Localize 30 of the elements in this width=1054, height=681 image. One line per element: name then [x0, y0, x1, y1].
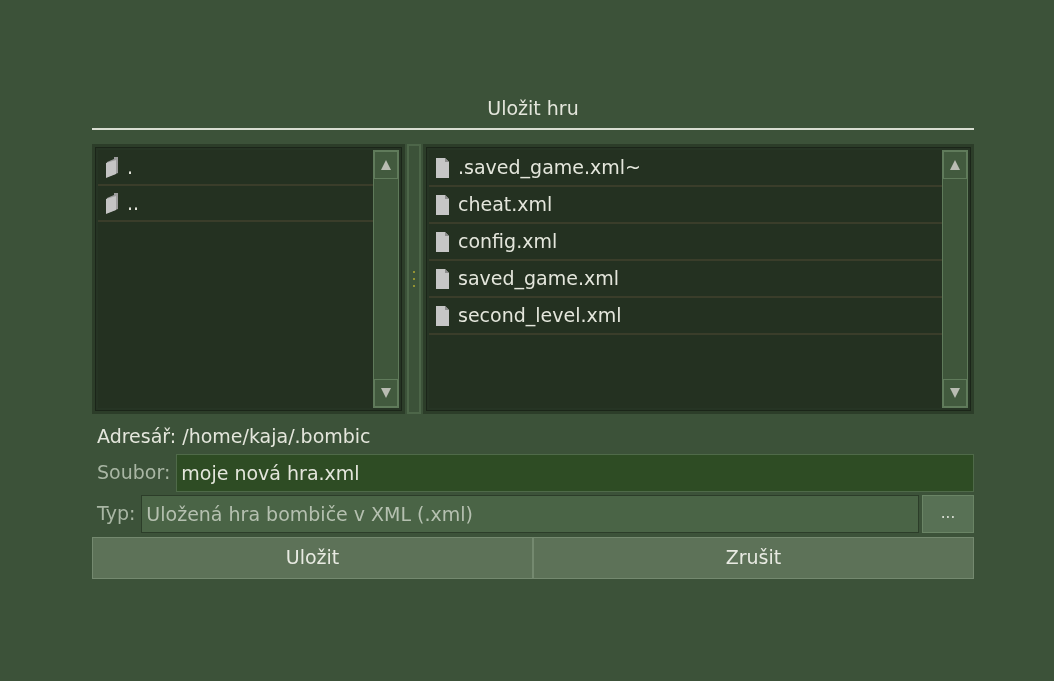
scrollbar[interactable]: [942, 150, 968, 408]
save-button[interactable]: Uložit: [92, 536, 533, 579]
dialog-title: Uložit hru: [486, 96, 580, 121]
scroll-down-icon[interactable]: [374, 379, 398, 407]
list-item[interactable]: config.xml: [429, 224, 942, 261]
scroll-up-icon[interactable]: [943, 151, 967, 179]
file-icon: [435, 193, 450, 216]
list-item[interactable]: second_level.xml: [429, 298, 942, 335]
scroll-up-icon[interactable]: [374, 151, 398, 179]
file-icon: [435, 304, 450, 327]
list-item[interactable]: saved_game.xml: [429, 261, 942, 298]
list-item[interactable]: .: [98, 150, 373, 186]
folder-icon: [104, 156, 119, 178]
list-item[interactable]: .saved_game.xml~: [429, 150, 942, 187]
directory-path: /home/kaja/.bombic: [182, 424, 371, 449]
type-label: Typ:: [96, 501, 136, 527]
folder-icon: [104, 192, 119, 214]
file-icon: [435, 267, 450, 290]
list-item[interactable]: ..: [98, 186, 373, 222]
file-icon: [435, 230, 450, 253]
file-label: Soubor:: [96, 460, 171, 486]
list-item[interactable]: cheat.xml: [429, 187, 942, 224]
file-icon: [435, 156, 450, 179]
scroll-down-icon[interactable]: [943, 379, 967, 407]
scrollbar[interactable]: [373, 150, 399, 408]
splitter-handle[interactable]: [407, 144, 421, 414]
cancel-button[interactable]: Zrušit: [533, 536, 974, 579]
browse-button[interactable]: ...: [922, 494, 974, 533]
filename-field[interactable]: moje nová hra.xml: [176, 453, 974, 492]
directory-label: Adresář:: [96, 424, 177, 449]
